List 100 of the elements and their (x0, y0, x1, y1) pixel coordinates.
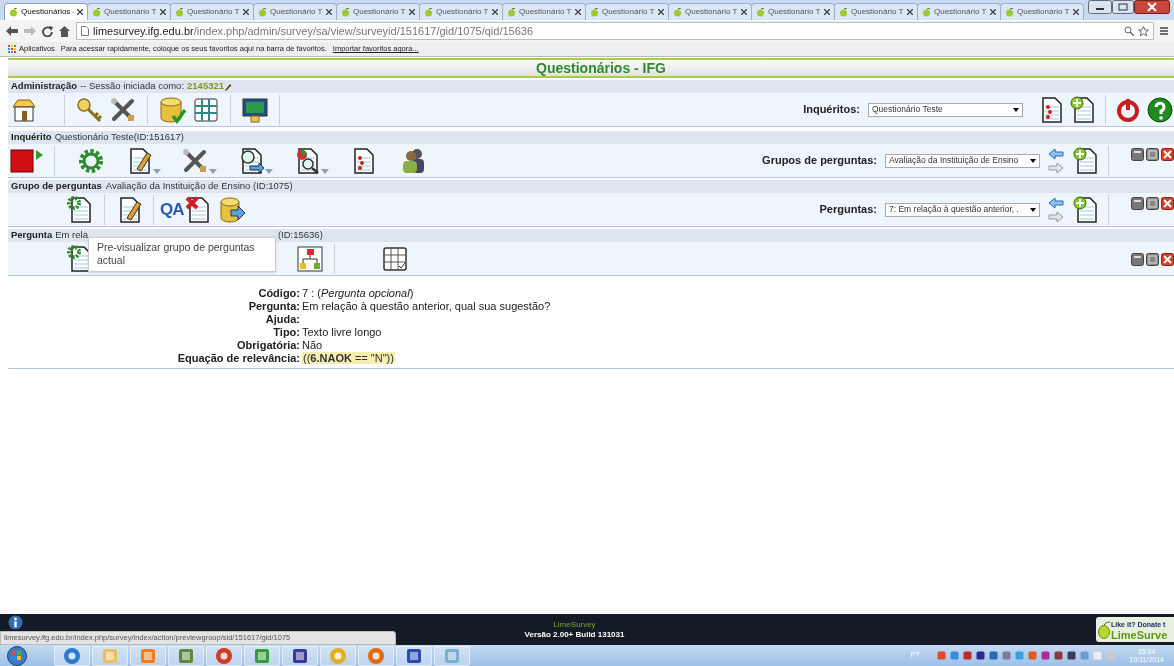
browser-tab[interactable]: Questionário T (253, 3, 337, 20)
minimize-icon[interactable] (1131, 253, 1144, 266)
back-icon[interactable] (6, 26, 18, 36)
browser-tab[interactable]: Questionários - (4, 3, 88, 20)
section-title: Grupo de perguntas (11, 179, 102, 194)
left-arrow-icon[interactable] (1048, 147, 1064, 160)
close-icon[interactable] (243, 9, 249, 15)
browser-tab[interactable]: Questionário T (87, 3, 171, 20)
left-arrow-icon[interactable] (1048, 196, 1064, 209)
browser-tab[interactable]: Questionário T (419, 3, 503, 20)
browser-tab[interactable]: Questionário T (751, 3, 835, 20)
close-icon[interactable] (741, 9, 747, 15)
close-icon[interactable] (326, 9, 332, 15)
document-gear-icon[interactable] (66, 195, 94, 224)
close-icon[interactable] (492, 9, 498, 15)
section-title: Pergunta (11, 228, 53, 243)
app-icon[interactable] (177, 646, 195, 665)
browser-tab[interactable]: Questionário T (1000, 3, 1084, 20)
lemon-icon (507, 7, 516, 17)
close-icon[interactable] (1161, 147, 1174, 161)
gear-icon[interactable] (77, 146, 105, 175)
stop-play-icon[interactable] (10, 146, 44, 175)
close-icon[interactable] (907, 9, 913, 15)
browser-tab[interactable]: Questionário T (917, 3, 1001, 20)
delete-document-icon[interactable] (183, 195, 212, 224)
field-label: Pergunta: (247, 300, 300, 313)
survey-selector-label: Inquéritos: (803, 102, 860, 118)
group-name: Avaliação da Instituição de Ensino (ID:1075) (105, 179, 293, 194)
close-icon[interactable] (77, 9, 83, 15)
page-icon (81, 26, 89, 36)
survey-dropdown[interactable]: Questionário Teste (868, 102, 1023, 117)
close-icon[interactable] (1161, 253, 1174, 266)
new-document-icon[interactable] (1072, 146, 1100, 175)
browser-tab[interactable]: Questionário T (585, 3, 669, 20)
lemon-icon (175, 7, 184, 17)
relevance-expression: ((6.NAOK == "N")) (302, 352, 395, 364)
lemon-icon (590, 7, 599, 17)
new-document-icon[interactable] (1069, 95, 1097, 124)
maximize-icon[interactable] (1146, 196, 1159, 210)
group-dropdown[interactable]: Avaliação da Instituição de Ensino (885, 153, 1040, 168)
question-dropdown[interactable]: 7: Em relação à questão anterior, . (885, 202, 1040, 217)
field-label: Ajuda: (264, 313, 300, 326)
close-icon[interactable] (824, 9, 830, 15)
home-icon[interactable] (59, 25, 70, 37)
qa-icon[interactable]: QA (160, 196, 184, 223)
database-check-icon[interactable] (158, 95, 186, 124)
tools-icon[interactable] (109, 95, 137, 124)
browser-tab[interactable]: Questionário T (668, 3, 752, 20)
close-icon[interactable] (1073, 9, 1079, 15)
help-icon[interactable] (1146, 95, 1174, 124)
caret-icon[interactable] (1013, 107, 1019, 112)
footer-brand: LimeSurvey (553, 619, 596, 630)
database-export-icon[interactable] (217, 195, 246, 224)
page-title: Questionários - IFG (536, 58, 666, 78)
lemon-icon (756, 7, 765, 17)
field-label: Código: (257, 287, 300, 300)
caret-icon[interactable] (1030, 158, 1036, 163)
key-icon[interactable] (75, 95, 103, 124)
new-document-icon[interactable] (1072, 195, 1100, 224)
browser-tab[interactable]: Questionário T (502, 3, 586, 20)
grid-check-icon[interactable] (381, 244, 409, 273)
apps-icon[interactable] (8, 45, 16, 53)
close-icon[interactable] (658, 9, 664, 15)
zoom-icon[interactable] (1124, 26, 1134, 36)
close-icon[interactable] (1134, 0, 1170, 14)
app-icon[interactable] (291, 646, 309, 665)
tools-icon[interactable] (181, 146, 209, 175)
pencil-icon[interactable] (224, 82, 232, 91)
browser-tab[interactable]: Questionário T (336, 3, 420, 20)
lemon-icon (424, 7, 433, 17)
url-path: /index.php/admin/survey/sa/view/surveyid/151617/gid/1075/qid/15636 (193, 23, 534, 39)
minimize-icon[interactable] (1131, 196, 1144, 210)
minimize-icon[interactable] (1088, 0, 1112, 14)
maximize-icon[interactable] (1146, 147, 1159, 161)
close-icon[interactable] (409, 9, 415, 15)
grid-icon[interactable] (192, 95, 220, 124)
close-icon[interactable] (1161, 196, 1174, 210)
browser-tab[interactable]: Questionário T (834, 3, 918, 20)
start-button[interactable] (6, 645, 28, 666)
close-icon[interactable] (990, 9, 996, 15)
browser-tab[interactable]: Questionário T (170, 3, 254, 20)
field-label: Tipo: (272, 326, 300, 339)
field-value: Em relação à questão anterior, qual sua sugestão? (302, 300, 551, 312)
close-icon[interactable] (575, 9, 581, 15)
lemon-icon (1005, 7, 1014, 17)
question-id: (ID:15636) (277, 228, 323, 243)
address-bar[interactable]: limesurvey.ifg.edu.br/index.php/admin/survey/sa/view/surveyid/151617/gid/1075/qid/15636 (76, 22, 1154, 40)
reload-icon[interactable] (42, 25, 53, 37)
menu-icon[interactable] (1160, 26, 1168, 36)
maximize-icon[interactable] (1146, 253, 1159, 266)
monitor-icon[interactable] (241, 95, 269, 124)
caret-icon[interactable] (1030, 207, 1036, 212)
star-icon[interactable] (1138, 25, 1149, 37)
close-icon[interactable] (160, 9, 166, 15)
lemon-icon (673, 7, 682, 17)
maximize-icon[interactable] (1112, 0, 1134, 14)
minimize-icon[interactable] (1131, 147, 1144, 161)
info-icon[interactable] (8, 615, 23, 630)
question-name: Em rela (55, 228, 88, 243)
flowchart-icon[interactable] (296, 244, 324, 273)
